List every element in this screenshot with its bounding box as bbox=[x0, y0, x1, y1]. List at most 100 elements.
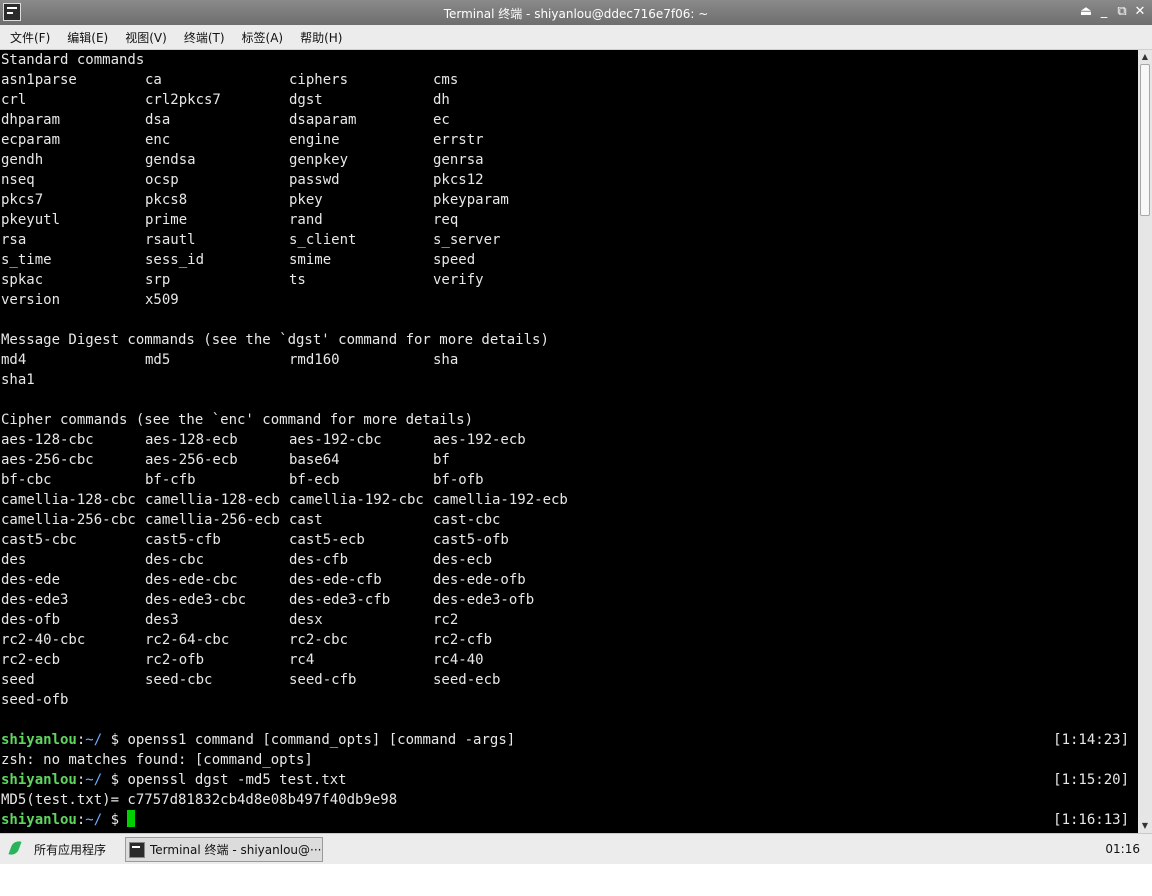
command-cell: srp bbox=[145, 272, 171, 288]
menu-tabs[interactable]: 标签(A) bbox=[232, 29, 291, 46]
command-cell: asn1parse bbox=[1, 72, 77, 88]
command-cell: ts bbox=[289, 272, 306, 288]
taskbar-terminal-button[interactable]: Terminal 终端 - shiyanlou@··· bbox=[125, 837, 323, 862]
cipher-commands-row: camellia-128-cbc camellia-128-ecb camellia… bbox=[0, 490, 1138, 510]
command-cell: ca bbox=[145, 72, 162, 88]
command-cell: rsa bbox=[1, 232, 27, 248]
command-cell: spkac bbox=[1, 272, 44, 288]
cipher-commands-row: seed-ofb bbox=[0, 690, 1138, 710]
cipher-commands-row: seed seed-cbc seed-cfb seed-ecb bbox=[0, 670, 1138, 690]
standard-commands-header-text: Standard commands bbox=[1, 52, 145, 68]
command-cell: req bbox=[433, 212, 459, 228]
command-cell: engine bbox=[289, 132, 340, 148]
desktop-strip bbox=[0, 864, 1152, 896]
command-cell: pkcs7 bbox=[1, 192, 44, 208]
command-cell: ecparam bbox=[1, 132, 61, 148]
standard-commands-row: pkcs7 pkcs8 pkey pkeyparam bbox=[0, 190, 1138, 210]
clock: 01:16 bbox=[1105, 842, 1140, 856]
command-cell: rand bbox=[289, 212, 323, 228]
command-cell: des-ede-ofb bbox=[433, 572, 526, 588]
timestamp: [1:14:23] bbox=[1053, 732, 1129, 748]
command-output-line: MD5(test.txt)= c7757d81832cb4d8e08b497f4… bbox=[0, 790, 1138, 810]
command-cell: des-ede-cfb bbox=[289, 572, 382, 588]
command-cell: s_client bbox=[289, 232, 357, 248]
command-cell: des-ecb bbox=[433, 552, 493, 568]
command-cell: x509 bbox=[145, 292, 179, 308]
command-cell: camellia-256-ecb bbox=[145, 512, 280, 528]
digest-commands-row: sha1 bbox=[0, 370, 1138, 390]
vertical-scrollbar[interactable]: ▲ ▼ bbox=[1138, 50, 1152, 833]
command-cell: dhparam bbox=[1, 112, 61, 128]
prompt-line: shiyanlou:~/ $ openss1 command [command_… bbox=[0, 730, 1138, 750]
cipher-commands-row: aes-256-cbc aes-256-ecb base64 bf bbox=[0, 450, 1138, 470]
command-cell: dsa bbox=[145, 112, 171, 128]
scrollbar-thumb[interactable] bbox=[1140, 64, 1150, 216]
leaf-logo-icon bbox=[8, 839, 24, 859]
command-cell: gendsa bbox=[145, 152, 196, 168]
command-cell: speed bbox=[433, 252, 476, 268]
command-cell: des-ede3-cbc bbox=[145, 592, 247, 608]
maximize-button[interactable]: ⧉ bbox=[1114, 3, 1130, 21]
scroll-up-arrow-icon[interactable]: ▲ bbox=[1140, 52, 1150, 62]
cipher-commands-row: des-ede des-ede-cbc des-ede-cfb des-ede-ofb bbox=[0, 570, 1138, 590]
text-cursor bbox=[127, 810, 136, 827]
command-cell: camellia-192-ecb bbox=[433, 492, 568, 508]
standard-commands-row: pkeyutl prime rand req bbox=[0, 210, 1138, 230]
minimize-button[interactable]: _ bbox=[1096, 3, 1112, 21]
cipher-commands-row: rc2-40-cbc rc2-64-cbc rc2-cbc rc2-cfb bbox=[0, 630, 1138, 650]
scroll-down-arrow-icon[interactable]: ▼ bbox=[1140, 821, 1150, 831]
command-cell: pkcs8 bbox=[145, 192, 188, 208]
command-cell: s_server bbox=[433, 232, 501, 248]
prompt-symbol: $ bbox=[102, 772, 128, 788]
standard-commands-row: nseq ocsp passwd pkcs12 bbox=[0, 170, 1138, 190]
standard-commands-row: gendh gendsa genpkey genrsa bbox=[0, 150, 1138, 170]
command-cell: dsaparam bbox=[289, 112, 357, 128]
command-cell: smime bbox=[289, 252, 332, 268]
command-cell: gendh bbox=[1, 152, 44, 168]
command-cell: camellia-128-ecb bbox=[145, 492, 280, 508]
cipher-commands-row: des-ede3 des-ede3-cbc des-ede3-cfb des-ede3… bbox=[0, 590, 1138, 610]
standard-commands-row: dhparam dsa dsaparam ec bbox=[0, 110, 1138, 130]
command-cell: camellia-128-cbc bbox=[1, 492, 136, 508]
cipher-commands-row: des des-cbc des-cfb des-ecb bbox=[0, 550, 1138, 570]
menu-view[interactable]: 视图(V) bbox=[115, 29, 174, 46]
prompt: shiyanlou:~/ $ openss1 command [command_… bbox=[1, 730, 515, 750]
command-cell: des-cfb bbox=[289, 552, 349, 568]
command-cell: dgst bbox=[289, 92, 323, 108]
menu-file[interactable]: 文件(F) bbox=[0, 29, 57, 46]
command-cell: rc2-cfb bbox=[433, 632, 493, 648]
menu-edit[interactable]: 编辑(E) bbox=[57, 29, 115, 46]
terminal-output[interactable]: Standard commands asn1parse ca ciphers cms cr… bbox=[0, 50, 1138, 833]
command-cell: seed-ecb bbox=[433, 672, 501, 688]
command-cell: des bbox=[1, 552, 27, 568]
standard-commands-row: rsa rsautl s_client s_server bbox=[0, 230, 1138, 250]
prompt-user: shiyanlou bbox=[1, 772, 77, 788]
command-cell: aes-128-cbc bbox=[1, 432, 94, 448]
command-text: openssl dgst -md5 test.txt bbox=[127, 772, 347, 788]
shade-button[interactable]: ⏏ bbox=[1078, 3, 1094, 21]
window-title: Terminal 终端 - shiyanlou@ddec716e7f06: ~ bbox=[443, 7, 709, 21]
command-cell: aes-128-ecb bbox=[145, 432, 238, 448]
command-cell: md4 bbox=[1, 352, 27, 368]
command-cell: seed bbox=[1, 672, 35, 688]
timestamp: [1:15:20] bbox=[1053, 772, 1129, 788]
command-cell: des-ede3 bbox=[1, 592, 69, 608]
prompt: shiyanlou:~/ $ bbox=[1, 810, 136, 830]
start-menu-button[interactable]: 所有应用程序 bbox=[8, 838, 106, 860]
command-cell: camellia-192-cbc bbox=[289, 492, 424, 508]
standard-commands-row: spkac srp ts verify bbox=[0, 270, 1138, 290]
cipher-commands-row: des-ofb des3 desx rc2 bbox=[0, 610, 1138, 630]
command-cell: seed-cbc bbox=[145, 672, 213, 688]
command-cell: prime bbox=[145, 212, 188, 228]
command-cell: cast5-ecb bbox=[289, 532, 365, 548]
command-cell: des-ede bbox=[1, 572, 61, 588]
standard-commands-row: asn1parse ca ciphers cms bbox=[0, 70, 1138, 90]
prompt-user: shiyanlou bbox=[1, 812, 77, 828]
command-cell: bf-cfb bbox=[145, 472, 196, 488]
command-cell: aes-192-ecb bbox=[433, 432, 526, 448]
menu-terminal[interactable]: 终端(T) bbox=[174, 29, 232, 46]
standard-commands-row: version x509 bbox=[0, 290, 1138, 310]
menu-help[interactable]: 帮助(H) bbox=[290, 29, 349, 46]
close-button[interactable]: ✕ bbox=[1132, 3, 1148, 21]
